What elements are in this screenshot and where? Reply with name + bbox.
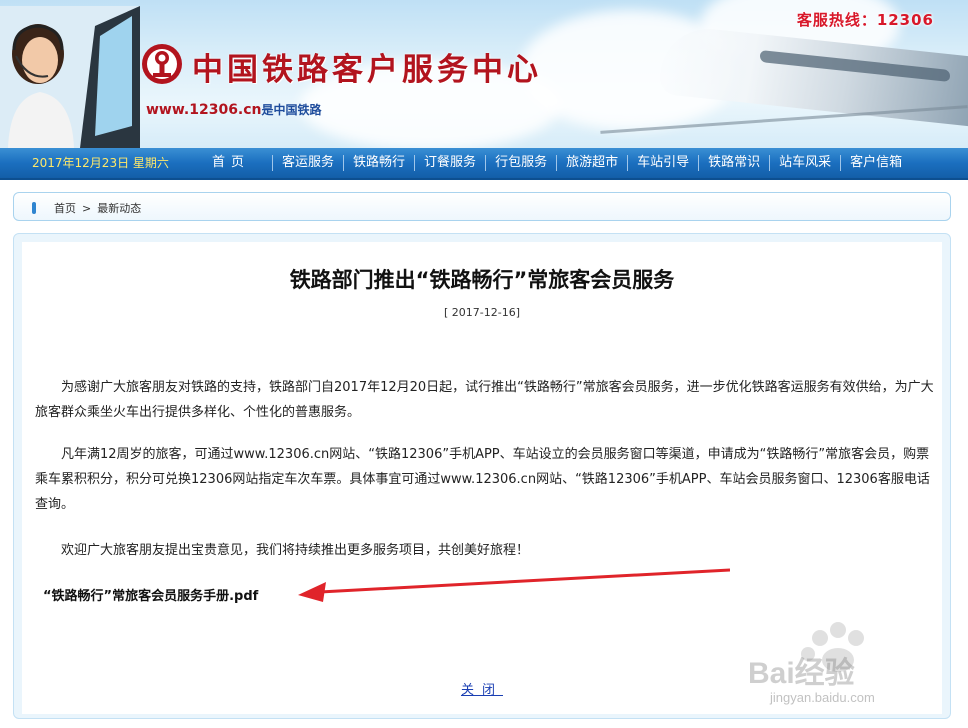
service-agent-image bbox=[0, 6, 140, 148]
annotation-arrow bbox=[298, 568, 730, 602]
nav-item-home[interactable]: 首页 bbox=[200, 148, 272, 178]
breadcrumb-current: 最新动态 bbox=[97, 202, 142, 215]
watermark-url: jingyan.baidu.com bbox=[770, 690, 875, 705]
article-paragraph: 为感谢广大旅客朋友对铁路的支持，铁路部门自2017年12月20日起，试行推出“铁… bbox=[35, 380, 934, 420]
breadcrumb-marker bbox=[32, 202, 36, 214]
nav-item-travel-market[interactable]: 旅游超市 bbox=[557, 148, 627, 178]
nav-item-customer-mailbox[interactable]: 客户信箱 bbox=[841, 148, 911, 178]
nav-date: 2017年12月23日 星期六 bbox=[32, 156, 169, 170]
site-url-suffix: 是中国铁路 bbox=[261, 103, 322, 117]
breadcrumb-text: 首页 > 最新动态 bbox=[54, 200, 147, 216]
watermark-brand: Bai经验 bbox=[748, 657, 855, 690]
article-title: 铁路部门推出“铁路畅行”常旅客会员服务 bbox=[289, 268, 675, 292]
nav-items: 首页 客运服务 铁路畅行 订餐服务 行包服务 旅游超市 车站引导 铁路常识 站车… bbox=[200, 148, 911, 178]
railway-logo-icon bbox=[142, 44, 182, 84]
site-url-text: www.12306.cn bbox=[146, 102, 262, 118]
hotline-text: 客服热线：12306 bbox=[796, 11, 934, 29]
breadcrumb: 首页 > 最新动态 bbox=[13, 192, 951, 221]
site-url: www.12306.cn是中国铁路 bbox=[146, 101, 322, 118]
site-title: 中国铁路客户服务中心 bbox=[192, 52, 542, 88]
nav-item-passenger-service[interactable]: 客运服务 bbox=[273, 148, 343, 178]
nav-item-luggage-service[interactable]: 行包服务 bbox=[486, 148, 556, 178]
nav-item-station-style[interactable]: 站车风采 bbox=[770, 148, 840, 178]
article-paragraph: 欢迎广大旅客朋友提出宝贵意见，我们将持续推出更多服务项目，共创美好旅程！ bbox=[61, 543, 530, 558]
article-paragraph: 凡年满12周岁的旅客，可通过www.12306.cn网站、“铁路12306”手机… bbox=[35, 447, 930, 512]
nav-item-railway-knowledge[interactable]: 铁路常识 bbox=[699, 148, 769, 178]
nav-item-station-guide[interactable]: 车站引导 bbox=[628, 148, 698, 178]
header-banner: 客服热线：12306 中国铁路客户服务中心 www.12306.cn是中国铁路 bbox=[0, 0, 968, 148]
nav-item-meal-ordering[interactable]: 订餐服务 bbox=[415, 148, 485, 178]
main-nav: 2017年12月23日 星期六 首页 客运服务 铁路畅行 订餐服务 行包服务 旅… bbox=[0, 148, 968, 180]
breadcrumb-separator: > bbox=[82, 202, 92, 215]
breadcrumb-home-link[interactable]: 首页 bbox=[54, 202, 76, 215]
attachment-pdf-link[interactable]: “铁路畅行”常旅客会员服务手册.pdf bbox=[43, 585, 258, 604]
nav-item-railway-pass[interactable]: 铁路畅行 bbox=[344, 148, 414, 178]
article-date: [ 2017-12-16] bbox=[443, 306, 520, 319]
